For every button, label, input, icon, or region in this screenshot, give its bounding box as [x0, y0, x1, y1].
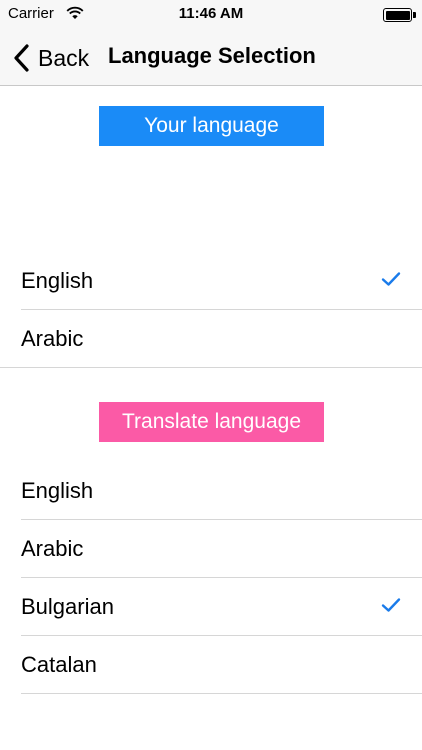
translate-language-row-arabic[interactable]: Arabic [0, 520, 422, 578]
battery-tip [413, 12, 416, 18]
checkmark-icon [381, 598, 401, 612]
clock: 11:46 AM [178, 5, 244, 22]
back-button[interactable]: Back [12, 40, 89, 76]
row-label: Bulgarian [21, 594, 114, 619]
translate-language-row-english[interactable]: English [0, 462, 422, 520]
chevron-left-icon [14, 44, 29, 72]
your-language-row-arabic[interactable]: Arabic [0, 310, 422, 368]
row-label: Arabic [21, 326, 84, 351]
row-label: Arabic [21, 536, 84, 561]
your-language-row-english[interactable]: English [0, 252, 422, 310]
status-bar: Carrier 11:46 AM [0, 0, 422, 30]
translate-language-button[interactable]: Translate language [99, 402, 324, 442]
checkmark-icon [381, 272, 401, 286]
translate-language-row-catalan[interactable]: Catalan [0, 636, 422, 694]
battery-level [385, 10, 410, 20]
translate-language-row-bulgarian[interactable]: Bulgarian [0, 578, 422, 636]
row-label: Catalan [21, 652, 97, 677]
page-title: Language Selection [108, 43, 316, 68]
battery-icon [383, 8, 412, 22]
row-separator [21, 693, 422, 694]
back-label: Back [38, 44, 90, 71]
row-label: English [21, 268, 94, 293]
row-separator [0, 367, 422, 368]
row-label: English [21, 478, 94, 503]
your-language-button[interactable]: Your language [99, 106, 324, 146]
navigation-bar: Back Language Selection [0, 30, 422, 86]
